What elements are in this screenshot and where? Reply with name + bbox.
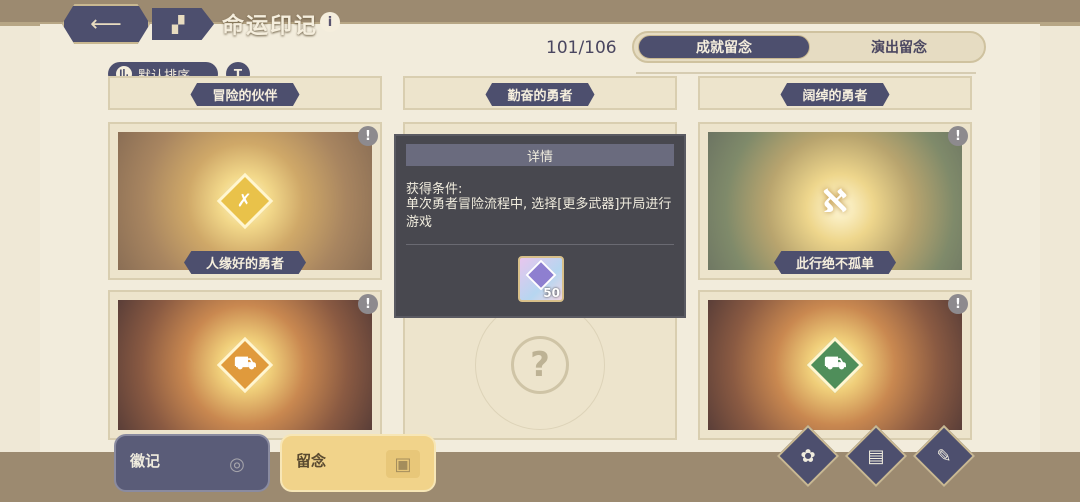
tab-performance[interactable]: 演出留念 <box>814 35 984 59</box>
flower-seal-icon: ✿ <box>800 445 816 467</box>
tab-memento-label: 留念 <box>296 452 327 470</box>
popup-condition-text: 单次勇者冒险流程中, 选择[更多武器]开局进行游戏 <box>406 197 672 230</box>
card-popular-hero[interactable]: ✗ 人缘好的勇者 ! <box>108 122 382 280</box>
reward-item[interactable]: 50 <box>518 256 564 302</box>
alert-icon[interactable]: ! <box>358 294 378 314</box>
card-cart[interactable]: ⛟ ! <box>698 290 972 440</box>
alert-icon[interactable]: ! <box>948 126 968 146</box>
alert-icon[interactable]: ! <box>358 126 378 146</box>
emblem-deco-icon: ◎ <box>229 453 245 475</box>
detail-popup: 详情 获得条件: 单次勇者冒险流程中, 选择[更多武器]开局进行游戏 50 <box>394 134 686 318</box>
page-title: 命运印记 <box>222 14 319 39</box>
card-label: 勤奋的勇者 <box>485 83 595 106</box>
book-icon: ▤ <box>867 445 885 467</box>
card-label: 此行绝不孤单 <box>773 251 897 274</box>
back-arrow-icon: ⟵ <box>90 11 122 37</box>
card-partial-2[interactable]: 勤奋的勇者 <box>403 76 677 110</box>
collection-counter: 101/106 <box>546 38 617 58</box>
card-wagon[interactable]: ⛟ ! <box>108 290 382 440</box>
popup-header: 详情 <box>406 144 674 166</box>
back-button[interactable]: ⟵ <box>62 4 150 44</box>
popup-condition-label: 获得条件: <box>406 182 463 197</box>
grid-home-icon: ▞ <box>171 14 185 34</box>
info-icon[interactable]: i <box>320 12 340 32</box>
card-label: 人缘好的勇者 <box>183 251 307 274</box>
card-never-alone[interactable]: ℵ 此行绝不孤单 ! <box>698 122 972 280</box>
picture-deco-icon: ▣ <box>386 450 420 478</box>
popup-divider <box>406 244 674 245</box>
scroll-quill-icon: ✎ <box>936 445 952 467</box>
home-button[interactable]: ▞ <box>152 8 214 40</box>
tab-achievement[interactable]: 成就留念 <box>638 35 810 59</box>
tab-memento[interactable]: 留念 ▣ <box>280 434 436 492</box>
tab-group: 成就留念 演出留念 <box>632 31 986 63</box>
card-label: 冒险的伙伴 <box>190 83 300 106</box>
divider <box>636 72 976 74</box>
card-partial-1[interactable]: 冒险的伙伴 <box>108 76 382 110</box>
card-label: 阔绰的勇者 <box>780 83 890 106</box>
alert-icon[interactable]: ! <box>948 294 968 314</box>
card-partial-3[interactable]: 阔绰的勇者 <box>698 76 972 110</box>
reward-count: 50 <box>543 286 560 300</box>
tab-emblem[interactable]: 徽记 ◎ <box>114 434 270 492</box>
tab-emblem-label: 徽记 <box>130 452 161 470</box>
question-mark-icon: ? <box>511 336 569 394</box>
